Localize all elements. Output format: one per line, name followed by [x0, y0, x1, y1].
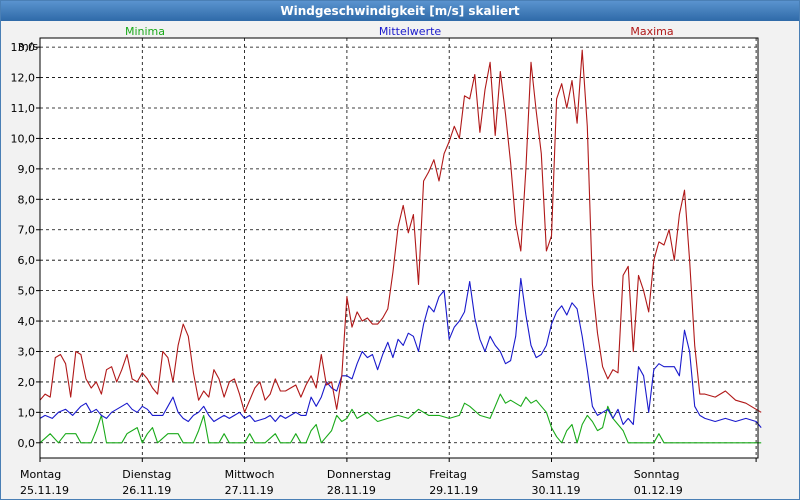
y-tick-label: 4,0 — [18, 315, 36, 328]
x-date-label: 26.11.19 — [122, 484, 171, 497]
y-axis-unit-label: m/s — [18, 40, 38, 53]
y-tick-label: 12,0 — [11, 72, 36, 85]
y-tick-label: 6,0 — [18, 254, 36, 267]
y-tick-label: 8,0 — [18, 193, 36, 206]
x-day-label: Montag — [20, 468, 61, 481]
x-date-label: 01.12.19 — [634, 484, 683, 497]
y-tick-label: 5,0 — [18, 285, 36, 298]
y-tick-label: 10,0 — [11, 132, 36, 145]
x-date-label: 29.11.19 — [429, 484, 478, 497]
x-date-label: 30.11.19 — [532, 484, 581, 497]
x-date-label: 27.11.19 — [225, 484, 274, 497]
x-date-label: 25.11.19 — [20, 484, 69, 497]
x-day-label: Donnerstag — [327, 468, 391, 481]
y-tick-label: 9,0 — [18, 163, 36, 176]
x-day-label: Mittwoch — [225, 468, 275, 481]
legend-entry-maxima: Maxima — [630, 25, 673, 38]
wind-speed-chart: 0,0 1,0 2,0 3,0 4,0 5,0 6,0 7,0 8,0 9,0 10,0 11,0 12… — [11, 25, 762, 497]
x-day-label: Dienstag — [122, 468, 171, 481]
y-tick-label: 7,0 — [18, 224, 36, 237]
y-tick-label: 11,0 — [11, 102, 36, 115]
y-tick-label: 2,0 — [18, 376, 36, 389]
x-date-label: 28.11.19 — [327, 484, 376, 497]
y-tick-label: 1,0 — [18, 406, 36, 419]
x-day-label: Samstag — [532, 468, 580, 481]
legend-entry-minima: Minima — [125, 25, 165, 38]
x-day-label: Sonntag — [634, 468, 680, 481]
y-tick-label: 3,0 — [18, 345, 36, 358]
x-day-label: Freitag — [429, 468, 467, 481]
legend-entry-mittelwerte: Mittelwerte — [379, 25, 442, 38]
y-tick-label: 0,0 — [18, 437, 36, 450]
